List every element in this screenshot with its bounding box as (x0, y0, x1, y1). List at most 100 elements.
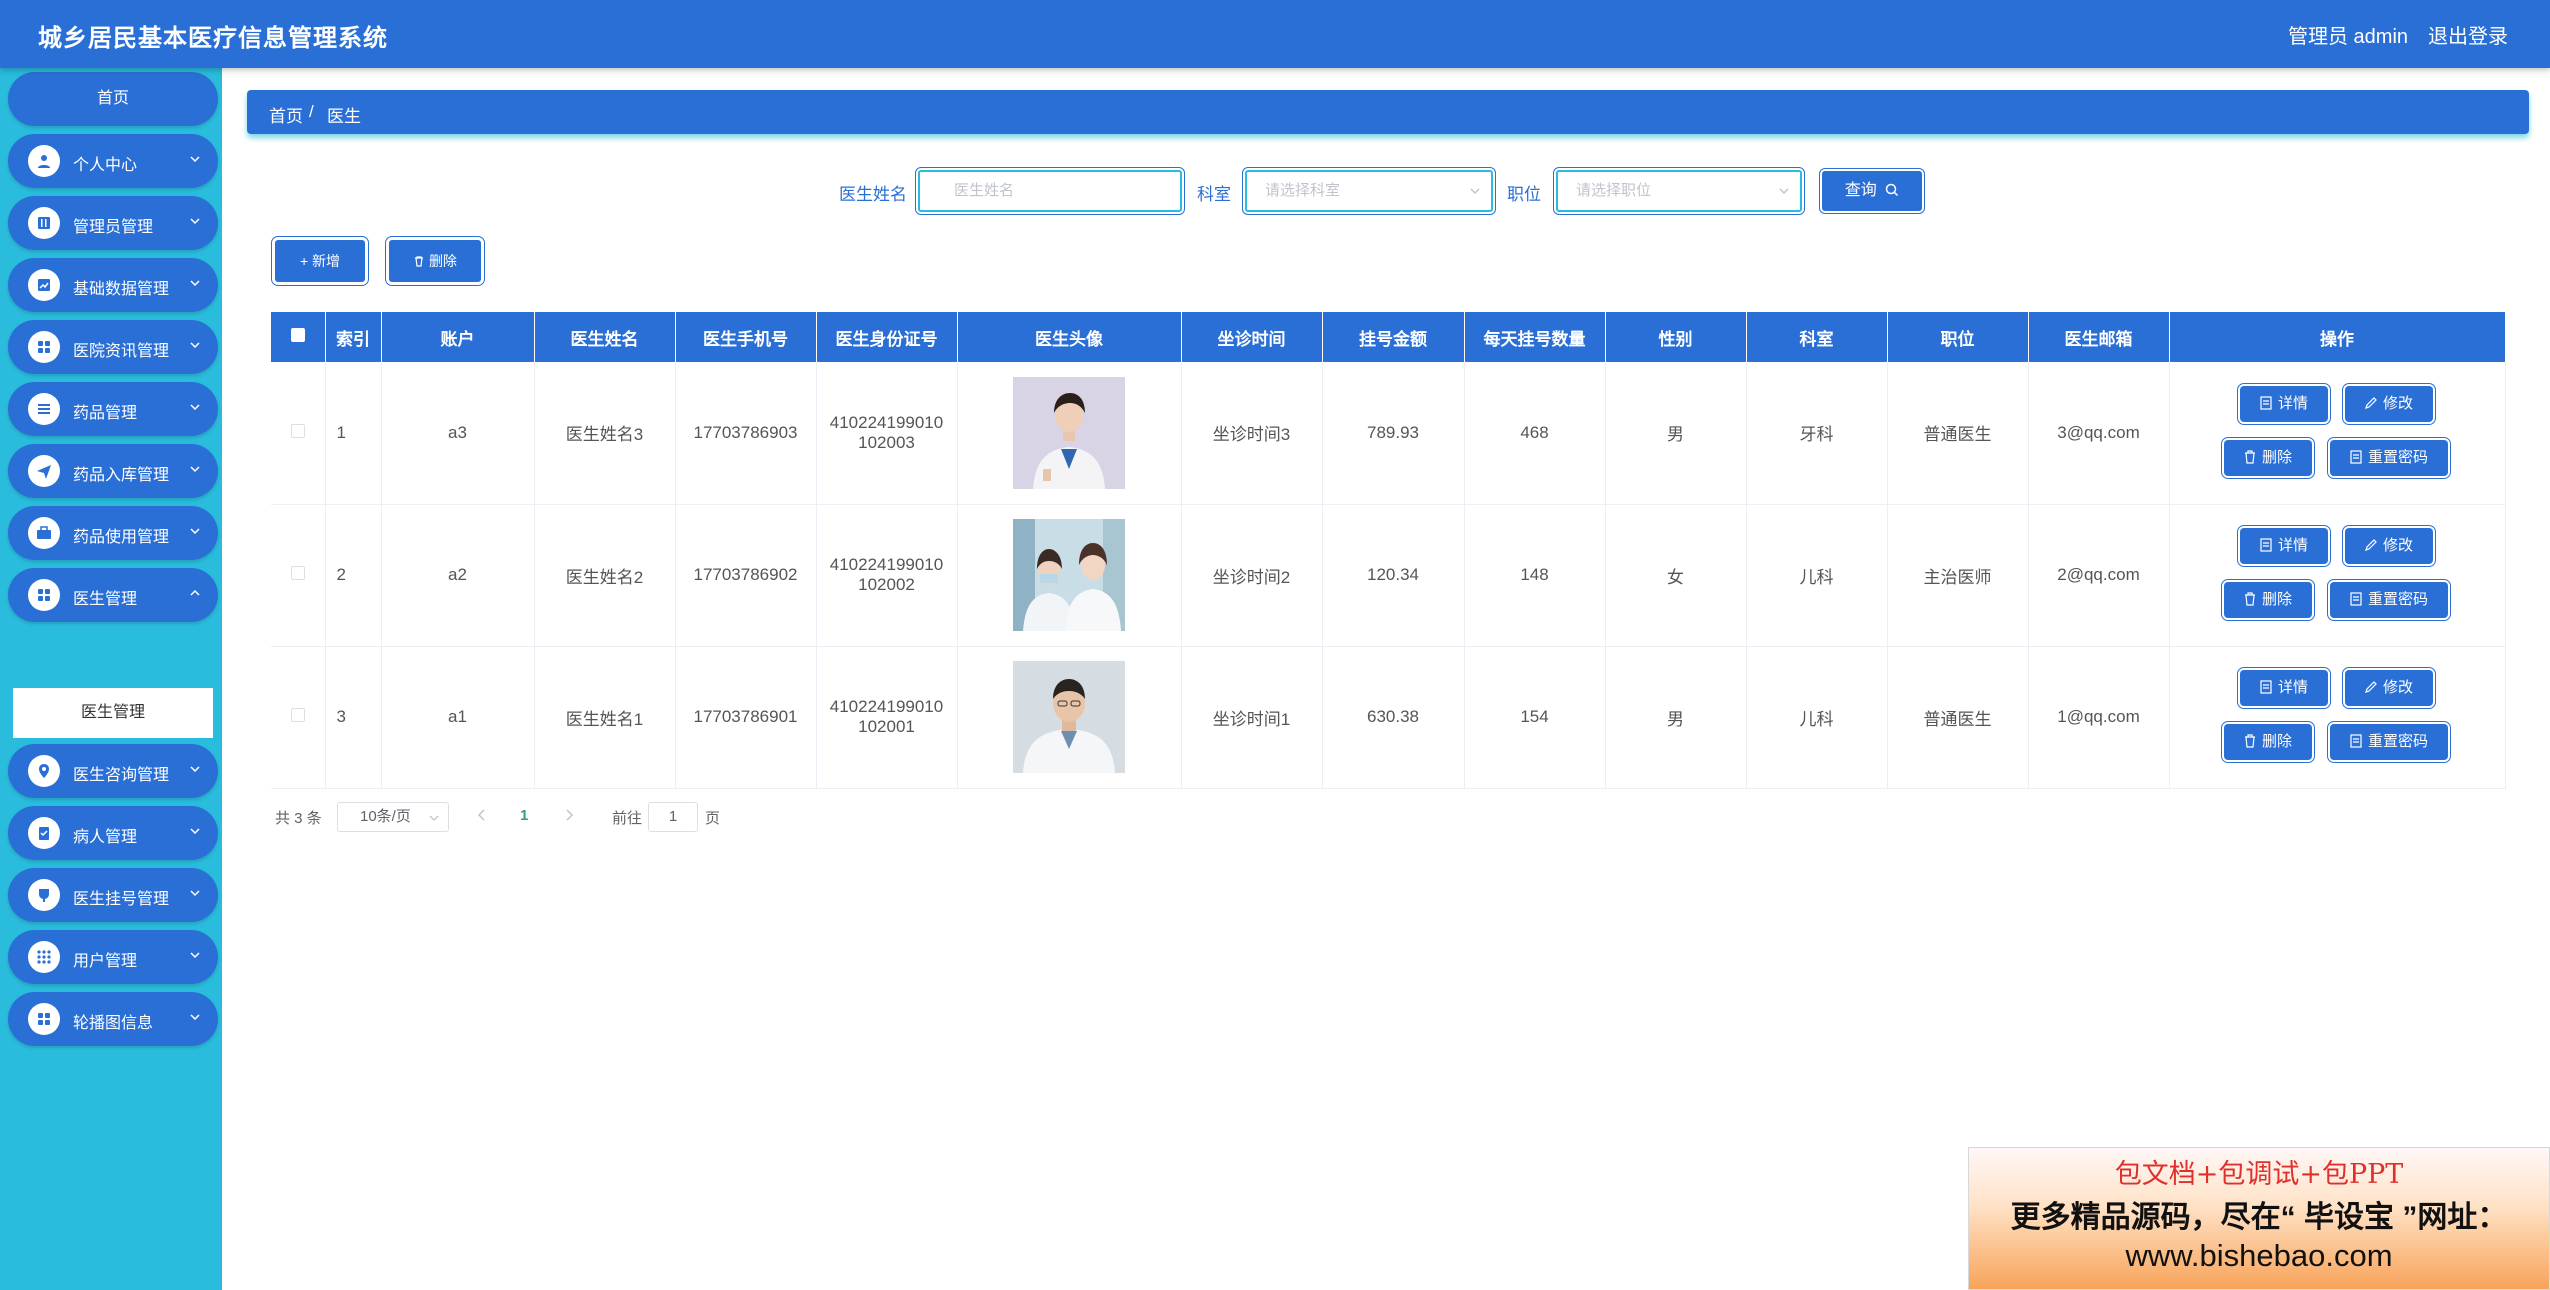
query-button[interactable]: 查询 (1819, 168, 1925, 214)
edit-button[interactable]: 修改 (2341, 382, 2436, 425)
column-header: 科室 (1746, 312, 1888, 362)
submenu-item-doctor-management[interactable]: 医生管理 (13, 688, 213, 738)
sidebar-item-doctor-registration[interactable]: 医生挂号管理 (8, 868, 218, 922)
column-header: 操作 (2169, 312, 2506, 362)
row-checkbox[interactable] (290, 566, 305, 580)
column-header: 账户 (381, 312, 535, 362)
chevron-down-icon (190, 280, 200, 287)
batch-delete-button[interactable]: 删除 (385, 236, 485, 286)
column-header: 挂号金额 (1322, 312, 1465, 362)
two-doctors-photo[interactable] (1013, 519, 1125, 631)
top-header: 城乡居民基本医疗信息管理系统 管理员 admin 退出登录 (0, 0, 2550, 68)
id-line-1: 410224199010 (829, 412, 944, 432)
trash-icon (2244, 450, 2255, 464)
page-size-select[interactable]: 10条/页 (337, 802, 449, 832)
location-icon (28, 755, 60, 787)
document-icon (2260, 680, 2272, 694)
delete-button[interactable]: 删除 (2220, 436, 2315, 479)
sidebar-item-home[interactable]: 首页 (8, 72, 218, 126)
query-button-label: 查询 (1844, 182, 1877, 199)
sidebar-item-doctor-consultation[interactable]: 医生咨询管理 (8, 744, 218, 798)
reset-password-button[interactable]: 重置密码 (2326, 721, 2451, 763)
sidebar-item-basic-data[interactable]: 基础数据管理 (8, 258, 218, 312)
column-header: 医生头像 (957, 312, 1182, 362)
sidebar-item-drug-stock-in[interactable]: 药品入库管理 (8, 444, 218, 498)
doctor-name-label: 医生姓名 (839, 185, 907, 204)
add-button[interactable]: + 新增 (271, 236, 369, 286)
detail-button[interactable]: 详情 (2236, 525, 2331, 567)
cell-name: 医生姓名1 (534, 646, 676, 789)
reset-password-button[interactable]: 重置密码 (2326, 579, 2451, 621)
department-select-placeholder: 请选择科室 (1265, 182, 1341, 199)
document-icon (2350, 450, 2362, 464)
cell-department: 儿科 (1746, 504, 1888, 647)
logout-link[interactable]: 退出登录 (2428, 20, 2508, 49)
doctor-name-input[interactable]: 医生姓名 (915, 167, 1185, 215)
cell-daily-quota: 154 (1464, 646, 1606, 789)
chevron-down-icon (190, 890, 200, 897)
sidebar-item-admin-management[interactable]: 管理员管理 (8, 196, 218, 250)
cell-name: 医生姓名3 (534, 362, 676, 505)
cell-id-number: 410224199010 102001 (816, 646, 958, 789)
sidebar-item-carousel-info[interactable]: 轮播图信息 (8, 992, 218, 1046)
position-label: 职位 (1507, 185, 1541, 204)
plus-icon: + (299, 253, 309, 269)
row-select-cell (271, 504, 326, 647)
detail-button[interactable]: 详情 (2236, 667, 2331, 709)
page-size-value: 10条/页 (360, 808, 411, 825)
column-header: 医生姓名 (534, 312, 676, 362)
row-select-cell (271, 362, 326, 505)
batch-delete-button-label: 删除 (428, 253, 457, 269)
chevron-down-icon (190, 766, 200, 773)
page-number-current[interactable]: 1 (520, 807, 528, 824)
next-page-icon[interactable] (563, 808, 575, 822)
search-icon (1885, 183, 1899, 197)
document-icon (2260, 538, 2272, 552)
sidebar-item-doctor-management[interactable]: 医生管理 (8, 568, 218, 622)
sidebar-item-personal-center[interactable]: 个人中心 (8, 134, 218, 188)
app-title: 城乡居民基本医疗信息管理系统 (38, 25, 388, 52)
table-header-row: 索引 账户 医生姓名 医生手机号 医生身份证号 医生头像 坐诊时间 挂号金额 每… (271, 312, 2506, 362)
row-checkbox[interactable] (290, 708, 305, 722)
delete-button-label: 删除 (2261, 733, 2292, 750)
detail-button[interactable]: 详情 (2236, 382, 2331, 425)
sidebar-item-label: 医生咨询管理 (73, 767, 170, 784)
ad-banner[interactable]: 包文档+包调试+包PPT 更多精品源码，尽在“ 毕设宝 ”网址： www.bis… (1968, 1147, 2550, 1290)
sidebar-item-hospital-news[interactable]: 医院资讯管理 (8, 320, 218, 374)
apps-icon (28, 941, 60, 973)
cell-operations: 详情 修改 删除 重置密码 (2169, 362, 2506, 505)
delete-button[interactable]: 删除 (2220, 579, 2315, 621)
female-doctor-photo[interactable] (1013, 376, 1125, 489)
breadcrumb-home-link[interactable]: 首页 (269, 102, 303, 127)
sidebar-item-user-management[interactable]: 用户管理 (8, 930, 218, 984)
chevron-down-icon (1470, 188, 1480, 195)
cell-account: a1 (381, 646, 535, 789)
cell-clinic-time: 坐诊时间3 (1181, 362, 1323, 505)
department-select[interactable]: 请选择科室 (1242, 167, 1496, 215)
edit-button[interactable]: 修改 (2341, 525, 2436, 567)
row-checkbox[interactable] (290, 423, 305, 438)
goto-page-input[interactable]: 1 (648, 802, 698, 832)
sidebar: 首页 个人中心 管理员管理 基础数据管理 医院资讯管理 药品管理 药品入库管理 … (0, 68, 222, 1290)
sidebar-item-label: 个人中心 (73, 157, 138, 174)
edit-button-label: 修改 (2382, 679, 2413, 696)
delete-button[interactable]: 删除 (2220, 721, 2315, 763)
position-select[interactable]: 请选择职位 (1553, 167, 1805, 215)
edit-button[interactable]: 修改 (2341, 667, 2436, 709)
male-doctor-photo[interactable] (1013, 661, 1125, 773)
detail-button-label: 详情 (2277, 537, 2308, 554)
sidebar-item-drug-usage[interactable]: 药品使用管理 (8, 506, 218, 560)
sidebar-item-drug-management[interactable]: 药品管理 (8, 382, 218, 436)
cell-index: 1 (325, 362, 382, 505)
sidebar-item-label: 病人管理 (73, 829, 138, 846)
sidebar-item-patient-management[interactable]: 病人管理 (8, 806, 218, 860)
select-all-checkbox[interactable] (290, 328, 305, 342)
grid-icon (28, 1003, 60, 1035)
column-header: 医生手机号 (675, 312, 817, 362)
sidebar-item-label: 轮播图信息 (73, 1015, 154, 1032)
reset-password-button[interactable]: 重置密码 (2326, 436, 2451, 479)
prev-page-icon[interactable] (476, 808, 488, 822)
book-icon (28, 207, 60, 239)
sidebar-item-label: 用户管理 (73, 953, 138, 970)
trash-icon (2244, 592, 2255, 606)
